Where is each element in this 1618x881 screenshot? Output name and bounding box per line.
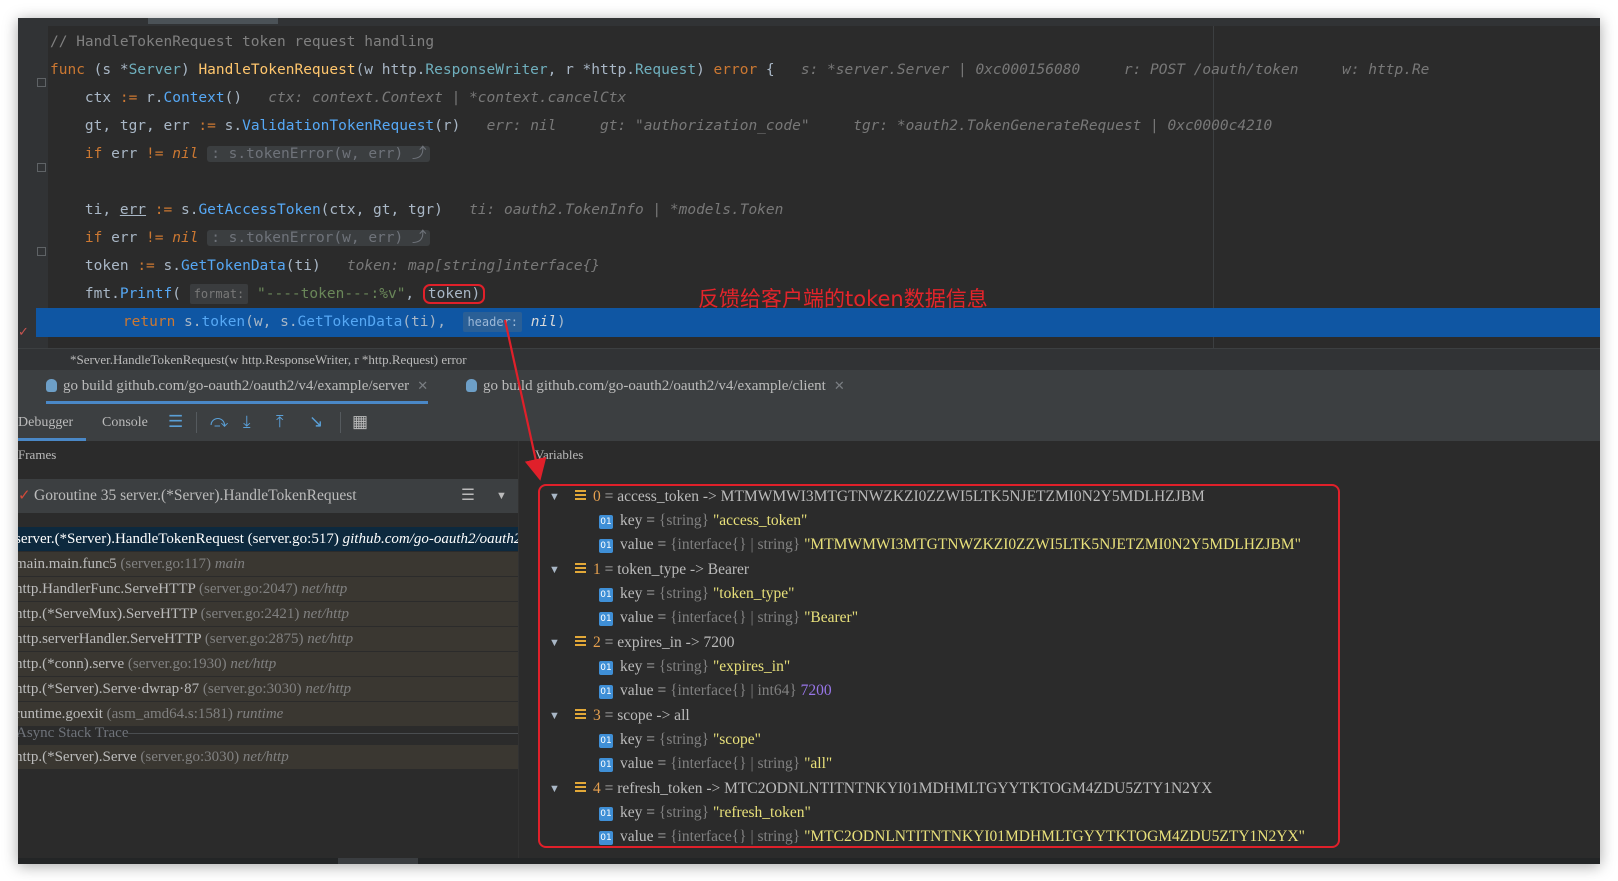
async-stack-trace-separator: Async Stack Trace — [18, 721, 518, 745]
ide-window: ✓ // HandleTokenRequest token request ha… — [18, 18, 1600, 864]
code-line-validate: gt, tgr, err := s.ValidationTokenRequest… — [84, 118, 1273, 134]
list-icon[interactable]: ☰ — [168, 413, 183, 431]
filter-icon[interactable]: ☰ — [461, 479, 475, 513]
variables-label: Variables — [535, 447, 584, 462]
step-over-icon[interactable]: ⤼ — [210, 413, 228, 431]
chevron-down-icon[interactable]: ▼ — [496, 479, 507, 513]
scrollbar-thumb[interactable] — [338, 858, 418, 864]
fold-icon[interactable] — [37, 163, 46, 172]
collapsed-block[interactable]: : s.tokenError(w, err) ⤴ — [207, 230, 431, 246]
gopher-icon — [466, 379, 477, 392]
code-line-printf: fmt.Printf( format: "----token---:%v", t… — [50, 280, 486, 309]
param-hint: header: — [463, 312, 523, 332]
code-line-ctx: ctx := r.Context() ctx: context.Context … — [84, 90, 627, 106]
code-line-get-access-token: ti, err := s.GetAccessToken(ctx, gt, tgr… — [84, 202, 784, 218]
tab-debugger[interactable]: Debugger — [18, 404, 86, 441]
frame-row[interactable]: main.main.func5 (server.go:117) main — [18, 552, 518, 576]
thread-paused-icon: ✓ — [18, 488, 31, 504]
thread-selector[interactable]: ✓ Goroutine 35 server.(*Server).HandleTo… — [18, 479, 518, 513]
inline-debug-values: ctx: context.Context | *context.cancelCt… — [268, 90, 627, 106]
tab-console[interactable]: Console — [102, 404, 148, 441]
frame-row[interactable]: http.HandlerFunc.ServeHTTP (server.go:20… — [18, 577, 518, 601]
step-into-icon[interactable]: ⤓ — [243, 413, 251, 431]
inline-debug-values: s: *server.Server | 0xc000156080 r: POST… — [800, 62, 1430, 78]
inline-debug-values: ti: oauth2.TokenInfo | *models.Token — [469, 202, 784, 218]
fold-icon[interactable] — [37, 247, 46, 256]
breadcrumb[interactable]: *Server.HandleTokenRequest(w http.Respon… — [18, 348, 1600, 370]
fold-icon[interactable] — [37, 78, 46, 87]
evaluate-icon[interactable]: ▦ — [352, 413, 368, 431]
collapsed-block[interactable]: : s.tokenError(w, err) ⤴ — [207, 146, 431, 162]
close-icon[interactable]: ✕ — [834, 378, 845, 393]
step-out-icon[interactable]: ⤒ — [276, 413, 284, 431]
frame-row[interactable]: http.(*Server).Serve (server.go:3030) ne… — [18, 745, 518, 769]
close-icon[interactable]: ✕ — [417, 378, 428, 393]
toolbar-divider — [340, 412, 341, 433]
toolbar-divider — [196, 412, 197, 433]
run-configuration-tabs: go build github.com/go-oauth2/oauth2/v4/… — [18, 370, 1600, 405]
frame-row[interactable]: server.(*Server).HandleTokenRequest (ser… — [18, 527, 518, 551]
frames-panel: Frames ✓ Goroutine 35 server.(*Server).H… — [18, 441, 519, 864]
token-highlight-box: token) — [422, 284, 486, 304]
frame-row[interactable]: http.(*ServeMux).ServeHTTP (server.go:24… — [18, 602, 518, 626]
inline-debug-values: token: map[string]interface{} — [346, 258, 601, 274]
horizontal-scrollbar[interactable] — [18, 858, 1600, 864]
frames-label: Frames — [18, 447, 57, 462]
editor-tab-strip — [18, 18, 1600, 26]
annotation-box — [538, 484, 1340, 848]
frame-row[interactable]: http.(*conn).serve (server.go:1930) net/… — [18, 652, 518, 676]
code-line-if-err: if err != nil : s.tokenError(w, err) ⤴ — [50, 140, 431, 169]
code-line-comment: // HandleTokenRequest token request hand… — [50, 34, 435, 50]
code-line-func: func (s *Server) HandleTokenRequest(w ht… — [50, 62, 1430, 78]
gopher-icon — [46, 379, 57, 392]
frame-row[interactable]: http.serverHandler.ServeHTTP (server.go:… — [18, 627, 518, 651]
frame-row[interactable]: http.(*Server).Serve·dwrap·87 (server.go… — [18, 677, 518, 701]
tab-run-client[interactable]: go build github.com/go-oauth2/oauth2/v4/… — [466, 370, 845, 404]
annotation-text: 反馈给客户端的token数据信息 — [698, 287, 988, 311]
debug-toolbar: Debugger Console ☰ ⤼ ⤓ ⤒ ↘ ▦ — [18, 404, 1600, 442]
inline-debug-values: err: nil gt: "authorization_code" tgr: *… — [486, 118, 1273, 134]
scroll-marker — [148, 18, 278, 24]
param-hint: format: — [189, 284, 249, 304]
breakpoint-icon[interactable]: ✓ — [18, 324, 29, 340]
editor-gutter — [18, 26, 48, 356]
tab-run-server[interactable]: go build github.com/go-oauth2/oauth2/v4/… — [46, 370, 429, 404]
variables-panel: Variables ▼ 0 = access_token -> MTMWMWI3M… — [519, 441, 1600, 864]
code-editor[interactable]: ✓ // HandleTokenRequest token request ha… — [18, 18, 1600, 356]
code-line-token-data: token := s.GetTokenData(ti) token: map[s… — [84, 258, 601, 274]
code-line-if-err: if err != nil : s.tokenError(w, err) ⤴ — [50, 224, 431, 253]
run-to-cursor-icon[interactable]: ↘ — [309, 413, 323, 431]
